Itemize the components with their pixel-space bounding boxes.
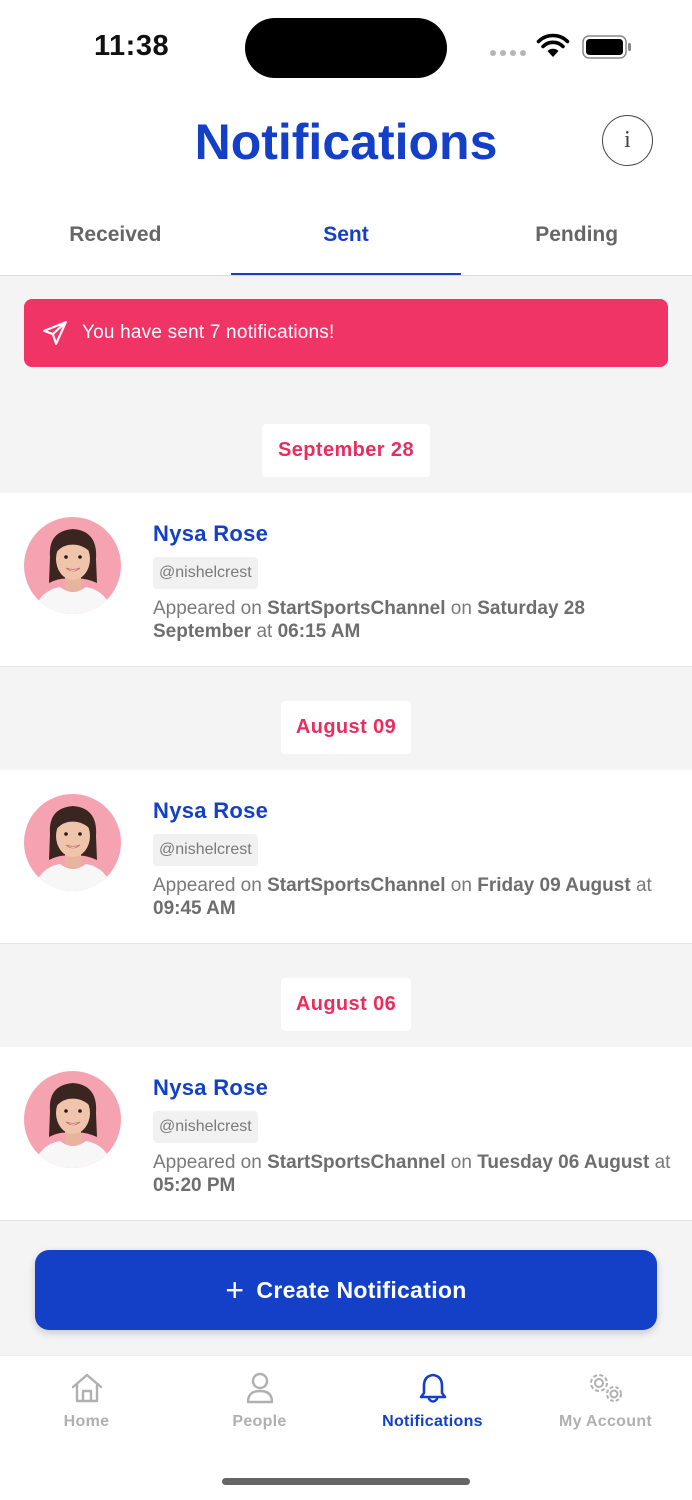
sender-handle: @nishelcrest xyxy=(153,834,258,866)
notification-card[interactable]: Nysa Rose @nishelcrest Appeared on Start… xyxy=(0,493,692,667)
notification-description: Appeared on StartSportsChannel on Saturd… xyxy=(153,598,585,642)
tab-received[interactable]: Received xyxy=(0,203,231,275)
create-notification-label: Create Notification xyxy=(256,1276,467,1303)
cellular-signal-icon xyxy=(490,50,526,56)
tab-sent[interactable]: Sent xyxy=(230,203,462,275)
notification-card[interactable]: Nysa Rose @nishelcrest Appeared on Start… xyxy=(0,1047,692,1221)
gears-icon xyxy=(589,1374,622,1402)
battery-icon xyxy=(582,35,631,59)
page-header: Notifications i xyxy=(0,95,692,203)
home-indicator[interactable] xyxy=(222,1478,470,1485)
sender-name[interactable]: Nysa Rose xyxy=(153,521,268,547)
banner-text: You have sent 7 notifications! xyxy=(82,322,335,343)
nav-item-my-account[interactable]: My Account xyxy=(519,1356,692,1500)
nav-label-home: Home xyxy=(63,1413,110,1430)
page-title: Notifications xyxy=(194,114,498,170)
tab-bar: Received Sent Pending xyxy=(0,203,692,276)
home-icon xyxy=(71,1373,102,1403)
create-notification-button[interactable]: + Create Notification xyxy=(35,1250,657,1330)
plus-icon: + xyxy=(225,1272,245,1308)
avatar xyxy=(24,1071,121,1168)
date-header: August 06 xyxy=(281,978,411,1031)
sender-handle: @nishelcrest xyxy=(153,557,258,589)
nav-label-notifications: Notifications xyxy=(382,1413,483,1430)
date-header: September 28 xyxy=(262,424,430,477)
date-header: August 09 xyxy=(281,701,411,754)
avatar xyxy=(24,794,121,891)
nav-label-people: People xyxy=(232,1413,287,1430)
dynamic-island xyxy=(245,18,447,78)
info-icon: i xyxy=(624,127,631,153)
sender-handle: @nishelcrest xyxy=(153,1111,258,1143)
wifi-icon xyxy=(536,33,570,57)
nav-item-home[interactable]: Home xyxy=(0,1356,173,1500)
sent-count-banner: You have sent 7 notifications! xyxy=(24,299,668,367)
sender-name[interactable]: Nysa Rose xyxy=(153,1075,268,1101)
tab-pending[interactable]: Pending xyxy=(461,203,692,275)
bell-icon xyxy=(419,1373,446,1403)
notification-card[interactable]: Nysa Rose @nishelcrest Appeared on Start… xyxy=(0,770,692,944)
notification-description: Appeared on StartSportsChannel on Tuesda… xyxy=(153,1152,671,1196)
person-icon xyxy=(246,1372,273,1404)
notification-description: Appeared on StartSportsChannel on Friday… xyxy=(153,875,652,919)
avatar xyxy=(24,517,121,614)
nav-label-my-account: My Account xyxy=(558,1413,653,1430)
status-bar: 11:38 xyxy=(0,0,692,95)
paper-plane-icon xyxy=(43,321,67,345)
sender-name[interactable]: Nysa Rose xyxy=(153,798,268,824)
info-button[interactable]: i xyxy=(602,115,653,166)
status-time: 11:38 xyxy=(94,30,170,62)
